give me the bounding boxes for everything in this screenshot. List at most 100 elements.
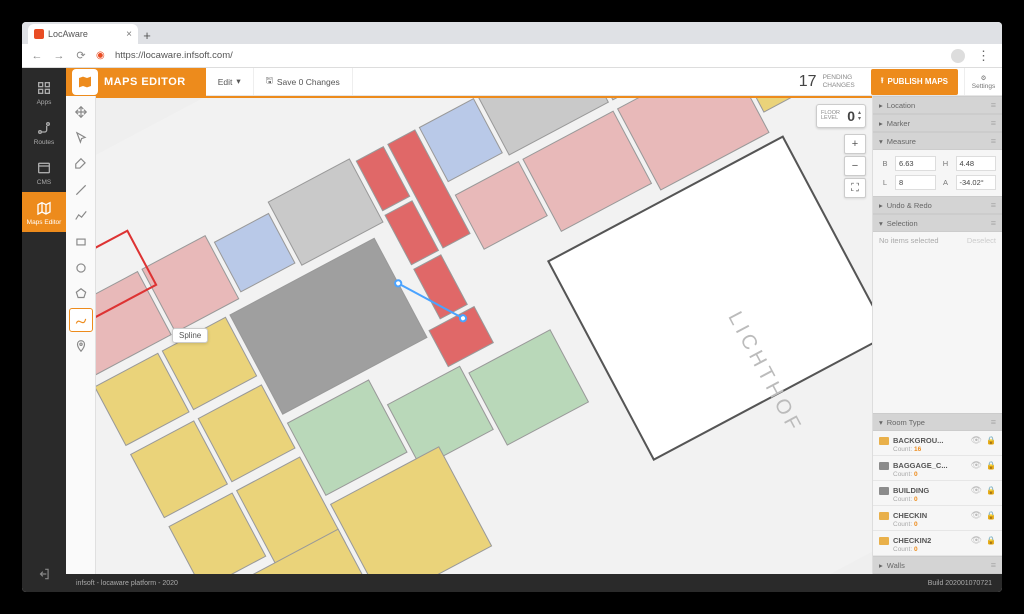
save-icon: 🖫 xyxy=(266,75,273,89)
chevron-down-icon: ▾ xyxy=(236,76,240,87)
lock-icon[interactable]: 🔒 xyxy=(986,436,996,445)
rail-item-apps[interactable]: Apps xyxy=(22,72,66,112)
drag-handle-icon[interactable]: ≡ xyxy=(991,218,996,228)
pending-label-2: CHANGES xyxy=(823,82,855,89)
tool-pointer[interactable] xyxy=(69,126,93,150)
room-name: CHECKIN xyxy=(893,511,967,520)
status-bar: infsoft - locaware platform - 2020 Build… xyxy=(66,574,1002,592)
room-type-item[interactable]: CHECKIN 👁 🔒Count: 0 xyxy=(873,506,1002,531)
tool-tooltip: Spline xyxy=(172,328,208,343)
new-tab-button[interactable]: + xyxy=(138,26,156,44)
room-count: Count: 0 xyxy=(879,521,996,528)
section-walls[interactable]: ▸Walls≡ xyxy=(873,556,1002,574)
room-type-item[interactable]: BUILDING👁🔒Count: 0 xyxy=(873,481,1002,506)
forward-button[interactable]: → xyxy=(52,50,66,62)
address-bar[interactable]: https://locaware.infsoft.com/ xyxy=(115,50,943,61)
visibility-icon[interactable]: 👁 xyxy=(971,510,982,521)
room-name: BACKGROU... xyxy=(893,436,967,445)
publish-button[interactable]: ⭱ PUBLISH MAPS xyxy=(871,69,958,95)
settings-button[interactable]: ⚙ Settings xyxy=(964,68,1002,95)
lock-icon[interactable]: 🔒 xyxy=(986,511,996,520)
lock-icon[interactable]: 🔒 xyxy=(986,536,996,545)
room-type-item[interactable]: BACKGROU...👁🔒Count: 16 xyxy=(873,431,1002,456)
save-button[interactable]: 🖫 Save 0 Changes xyxy=(254,68,353,95)
browser-tab[interactable]: LocAware × xyxy=(28,24,138,44)
logo-map-icon xyxy=(77,74,93,90)
tool-polyline[interactable] xyxy=(69,204,93,228)
tool-move[interactable] xyxy=(69,100,93,124)
zoom-fit-button[interactable]: ⛶ xyxy=(844,178,866,198)
zoom-out-button[interactable]: − xyxy=(844,156,866,176)
drag-handle-icon[interactable]: ≡ xyxy=(991,136,996,146)
measure-l-label: L xyxy=(879,178,891,187)
edit-menu[interactable]: Edit ▾ xyxy=(206,68,254,95)
lock-icon[interactable]: 🔒 xyxy=(986,461,996,470)
back-button[interactable]: ← xyxy=(30,50,44,62)
tool-palette xyxy=(66,96,96,574)
cms-icon xyxy=(35,159,53,177)
drag-handle-icon[interactable]: ≡ xyxy=(991,417,996,427)
visibility-icon[interactable]: 👁 xyxy=(971,460,982,471)
room-count: Count: 0 xyxy=(879,546,996,553)
logout-icon xyxy=(37,567,51,581)
tool-line[interactable] xyxy=(69,178,93,202)
room-count: Count: 0 xyxy=(879,471,996,478)
measure-l-value[interactable]: 8 xyxy=(895,175,936,190)
logout-button[interactable] xyxy=(22,556,66,592)
settings-label: Settings xyxy=(972,83,996,90)
measure-a-value[interactable]: -34.02° xyxy=(956,175,997,190)
visibility-icon[interactable]: 👁 xyxy=(971,535,982,546)
selection-empty-label: No items selected xyxy=(879,236,939,245)
section-location[interactable]: ▸Location≡ xyxy=(873,96,1002,114)
measure-h-value[interactable]: 4.48 xyxy=(956,156,997,171)
measure-h-label: H xyxy=(940,159,952,168)
visibility-icon[interactable]: 👁 xyxy=(971,485,982,496)
app-left-rail: Apps Routes CMS Maps Editor xyxy=(22,68,66,592)
section-label: Selection xyxy=(887,219,918,228)
lock-icon[interactable]: 🔒 xyxy=(986,486,996,495)
floor-stepper[interactable]: ▴▾ xyxy=(858,110,861,122)
section-label: Marker xyxy=(887,119,910,128)
profile-avatar[interactable] xyxy=(951,49,965,63)
tool-circle[interactable] xyxy=(69,256,93,280)
zoom-in-button[interactable]: + xyxy=(844,134,866,154)
section-label: Undo & Redo xyxy=(887,201,932,210)
drag-handle-icon[interactable]: ≡ xyxy=(991,560,996,570)
drag-handle-icon[interactable]: ≡ xyxy=(991,200,996,210)
drag-handle-icon[interactable]: ≡ xyxy=(991,100,996,110)
drag-handle-icon[interactable]: ≡ xyxy=(991,118,996,128)
section-measure[interactable]: ▾Measure≡ xyxy=(873,132,1002,150)
rail-item-cms[interactable]: CMS xyxy=(22,152,66,192)
browser-toolbar: ← → ⟳ ◉ https://locaware.infsoft.com/ ⋮ xyxy=(22,44,1002,68)
section-label: Walls xyxy=(887,561,905,570)
site-lock-icon: ◉ xyxy=(96,50,107,61)
tool-marker[interactable] xyxy=(69,334,93,358)
section-label: Measure xyxy=(887,137,916,146)
save-label: Save 0 Changes xyxy=(277,77,340,87)
tool-rectangle[interactable] xyxy=(69,230,93,254)
map-canvas[interactable]: LICHTHOF Spline FLOOR LEVEL 0 ▴▾ xyxy=(96,96,872,574)
zoom-controls: + − ⛶ xyxy=(844,134,866,198)
measure-b-value[interactable]: 6.63 xyxy=(895,156,936,171)
rail-item-routes[interactable]: Routes xyxy=(22,112,66,152)
rail-item-maps-editor[interactable]: Maps Editor xyxy=(22,192,66,232)
tool-polygon[interactable] xyxy=(69,282,93,306)
section-marker[interactable]: ▸Marker≡ xyxy=(873,114,1002,132)
floor-level-control[interactable]: FLOOR LEVEL 0 ▴▾ xyxy=(816,104,866,128)
room-type-item[interactable]: BAGGAGE_C...👁🔒Count: 0 xyxy=(873,456,1002,481)
close-tab-icon[interactable]: × xyxy=(126,29,132,40)
section-undo-redo[interactable]: ▸Undo & Redo≡ xyxy=(873,196,1002,214)
reload-button[interactable]: ⟳ xyxy=(74,49,88,62)
room-type-item[interactable]: CHECKIN2👁🔒Count: 0 xyxy=(873,531,1002,556)
browser-menu-button[interactable]: ⋮ xyxy=(973,48,994,64)
section-room-type[interactable]: ▾Room Type≡ xyxy=(873,413,1002,431)
visibility-icon[interactable]: 👁 xyxy=(971,435,982,446)
footer-build: Build 202001070721 xyxy=(928,580,992,587)
chevron-down-icon: ▾ xyxy=(879,418,883,427)
upload-icon: ⭱ xyxy=(881,75,884,89)
section-selection[interactable]: ▾Selection≡ xyxy=(873,214,1002,232)
tool-spline[interactable] xyxy=(69,308,93,332)
tool-pen[interactable] xyxy=(69,152,93,176)
chevron-down-icon[interactable]: ▾ xyxy=(858,116,861,122)
deselect-button[interactable]: Deselect xyxy=(967,236,996,245)
